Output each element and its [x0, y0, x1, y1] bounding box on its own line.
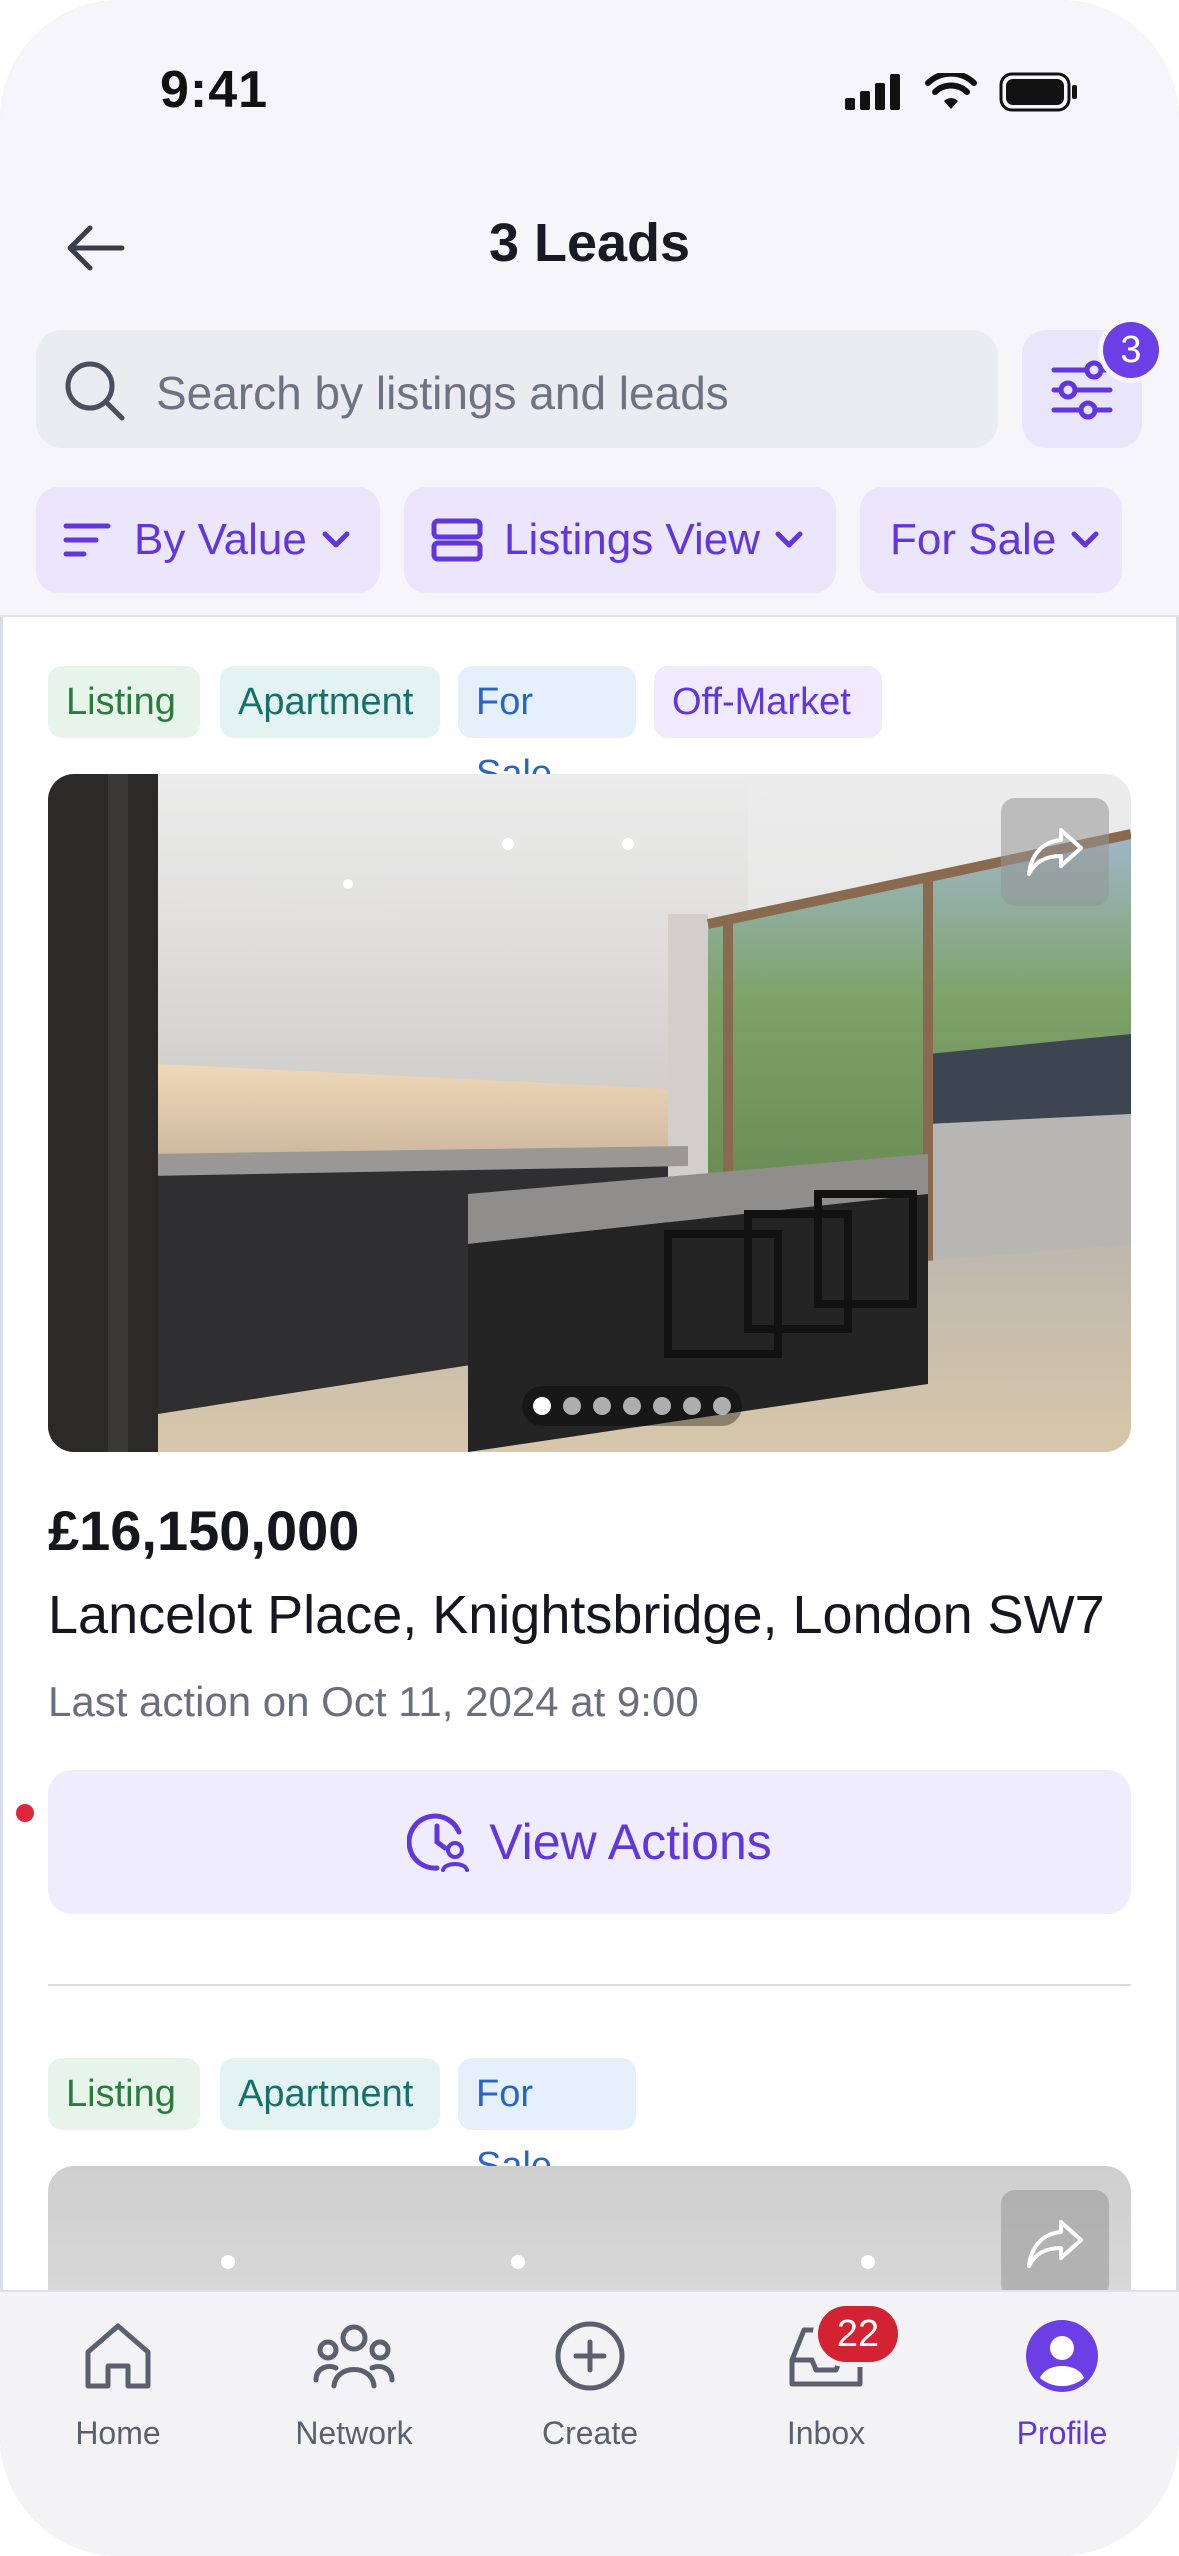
home-icon — [85, 2323, 151, 2389]
listings-view-chip[interactable]: Listings View — [404, 487, 836, 593]
listing-divider — [48, 1984, 1131, 1986]
tab-create[interactable]: Create — [472, 2316, 708, 2452]
photo-pagination — [522, 1386, 742, 1426]
battery-icon — [999, 72, 1077, 112]
clock-person-icon — [407, 1813, 470, 1872]
listing-address: Lancelot Place, Knightsbridge, London SW… — [48, 1585, 1105, 1645]
last-action-text: Last action on Oct 11, 2024 at 9:00 — [48, 1678, 699, 1725]
pagination-dot — [653, 1397, 671, 1415]
view-layout-icon — [431, 518, 483, 562]
share-arrow-icon — [1027, 828, 1083, 876]
pagination-dot — [593, 1397, 611, 1415]
search-input[interactable]: Search by listings and leads — [36, 330, 998, 448]
share-button[interactable] — [1001, 2190, 1109, 2298]
for-sale-chip[interactable]: For Sale — [860, 487, 1122, 593]
view-actions-label: View Actions — [489, 1814, 772, 1870]
tag-apartment: Apartment — [220, 666, 440, 738]
tab-profile[interactable]: Profile — [944, 2316, 1179, 2452]
sort-by-value-chip[interactable]: By Value — [36, 487, 380, 593]
pagination-dot — [683, 1397, 701, 1415]
view-chip-label: Listings View — [504, 515, 760, 564]
status-bar: 9:41 — [0, 0, 1179, 190]
profile-icon — [1026, 2320, 1098, 2392]
tab-network-label: Network — [295, 2415, 413, 2451]
pagination-dot — [623, 1397, 641, 1415]
kitchen-photo-image — [48, 774, 1131, 1452]
wifi-icon — [925, 73, 977, 109]
status-icons — [845, 72, 1079, 112]
tag-listing: Listing — [48, 666, 200, 738]
pagination-dot — [533, 1397, 551, 1415]
share-button[interactable] — [1001, 798, 1109, 906]
signal-icon — [845, 74, 900, 110]
view-actions-button[interactable]: View Actions — [48, 1770, 1131, 1914]
inbox-count-badge: 22 — [818, 2306, 898, 2362]
network-icon — [313, 2324, 395, 2389]
status-time: 9:41 — [160, 61, 269, 119]
search-icon — [65, 361, 125, 421]
pagination-dot — [563, 1397, 581, 1415]
tag-listing: Listing — [48, 2058, 200, 2130]
page-title: 3 Leads — [488, 213, 691, 273]
share-arrow-icon — [1027, 2220, 1083, 2268]
chevron-down-icon — [1071, 531, 1099, 548]
chevron-down-icon — [775, 531, 803, 548]
phone-screen: 9:41 3 Leads Search by listings and lead… — [0, 0, 1179, 2556]
tab-home[interactable]: Home — [0, 2316, 236, 2452]
unread-indicator — [16, 1804, 34, 1822]
status-chip-label: For Sale — [890, 515, 1057, 564]
sort-chip-label: By Value — [134, 515, 307, 564]
chevron-down-icon — [322, 531, 350, 548]
listing-price: £16,150,000 — [48, 1499, 360, 1562]
search-placeholder: Search by listings and leads — [156, 367, 729, 419]
tab-home-label: Home — [75, 2415, 161, 2451]
tab-inbox-label: Inbox — [786, 2415, 866, 2451]
filter-count-badge: 3 — [1103, 322, 1159, 378]
tag-apartment: Apartment — [220, 2058, 440, 2130]
pagination-dot — [713, 1397, 731, 1415]
tag-for-sale: For Sale — [458, 2058, 636, 2187]
listing-photo[interactable] — [48, 774, 1131, 1452]
plus-circle-icon — [555, 2321, 625, 2391]
tag-for-sale: For Sale — [458, 666, 636, 795]
tab-profile-label: Profile — [1016, 2415, 1108, 2451]
sort-icon — [63, 523, 111, 557]
tab-network[interactable]: Network — [236, 2316, 472, 2452]
tag-off-market: Off-Market — [654, 666, 882, 738]
tab-create-label: Create — [541, 2415, 639, 2451]
